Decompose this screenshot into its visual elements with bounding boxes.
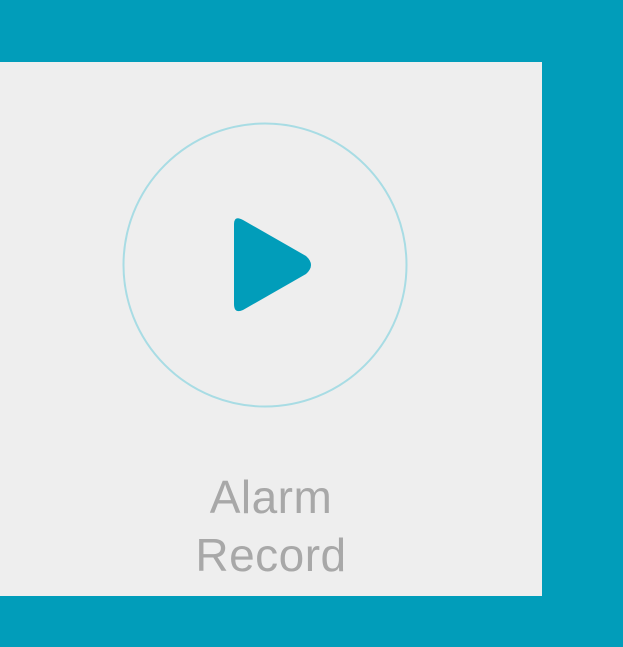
play-icon [122, 122, 408, 408]
app-background: Alarm Record [0, 0, 623, 647]
alarm-record-tile[interactable]: Alarm Record [0, 62, 542, 596]
play-button[interactable] [122, 122, 408, 408]
tile-label-line-2: Record [195, 529, 347, 581]
tile-label-line-1: Alarm [209, 471, 333, 523]
